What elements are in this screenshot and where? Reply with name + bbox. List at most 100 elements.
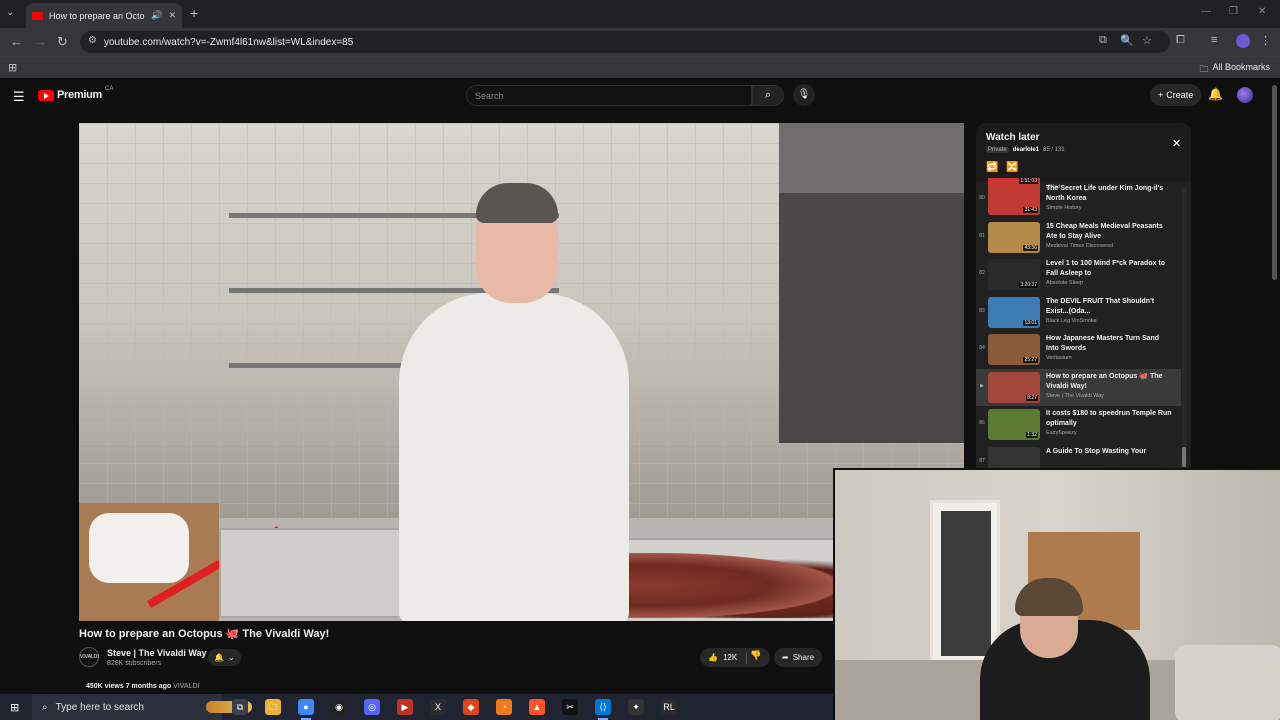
video-duration: 43:36 <box>1023 244 1038 251</box>
playlist-item-title[interactable]: Level 1 to 100 Mind F*ck Paradox to Fall… <box>1046 259 1172 279</box>
shuffle-icon[interactable]: 🔀 <box>1006 162 1018 173</box>
playlist-item-channel[interactable]: Steve | The Vivaldi Way <box>1046 393 1172 399</box>
notifications-bell-icon[interactable]: 🔔 <box>1208 87 1223 101</box>
playlist-item-title[interactable]: The DEVIL FRUIT That Shouldn't Exist...(… <box>1046 297 1172 317</box>
playlist-item-index: ▶ <box>980 382 984 389</box>
taskbar-video-editor-icon[interactable]: ▶ <box>397 699 413 715</box>
playlist-item[interactable]: 83 13:01 The DEVIL FRUIT That Shouldn't Ex… <box>976 294 1181 332</box>
video-meta[interactable]: 450K views 7 months ago VIVALDI <box>86 683 200 690</box>
playlist-item-title[interactable]: It costs $180 to speedrun Temple Run opt… <box>1046 409 1172 429</box>
browser-profile-avatar[interactable] <box>1236 34 1250 48</box>
address-bar[interactable]: ⚙ youtube.com/watch?v=-Zwmf4l61nw&list=W… <box>80 31 1170 53</box>
taskbar-blender-icon[interactable]: ◔ <box>496 699 512 715</box>
loop-icon[interactable]: 🔁 <box>986 162 998 173</box>
channel-avatar[interactable]: VIVALDI <box>79 647 99 667</box>
playlist-item-channel[interactable]: Simple History <box>1046 205 1172 211</box>
tab-close-icon[interactable]: ✕ <box>168 10 176 21</box>
playlist-scrollbar-thumb[interactable] <box>1182 447 1186 467</box>
video-frame-wall <box>779 193 964 443</box>
playlist-item[interactable]: 87 A Guide To Stop Wasting Your <box>976 444 1181 468</box>
playlist-item-channel[interactable]: EazySpeezy <box>1046 430 1172 436</box>
playlist-item-title[interactable]: A Guide To Stop Wasting Your <box>1046 447 1172 457</box>
thumbs-down-icon[interactable]: 👎 <box>750 650 761 661</box>
playlist-item-thumbnail[interactable]: 31:43 <box>988 184 1040 215</box>
playlist-item-thumbnail[interactable]: 1:32 <box>988 409 1040 440</box>
site-info-icon[interactable]: ⚙ <box>88 35 97 46</box>
tab-audio-icon[interactable]: 🔊 <box>151 10 162 21</box>
back-icon[interactable]: ← <box>10 34 23 49</box>
address-url: youtube.com/watch?v=-Zwmf4l61nw&list=WL&… <box>104 36 354 48</box>
playlist-item-channel[interactable]: Medieval Times Discovered <box>1046 243 1172 249</box>
subscribed-bell-button[interactable]: 🔔 ⌄ <box>208 649 241 666</box>
playlist-item-thumbnail[interactable]: 25:27 <box>988 334 1040 365</box>
search-input[interactable]: Search <box>466 85 752 106</box>
taskbar-vscode-icon[interactable]: ⟨⟩ <box>595 699 611 720</box>
playlist-item-text: The DEVIL FRUIT That Shouldn't Exist...(… <box>1046 294 1172 324</box>
playlist-scrollbar[interactable] <box>1182 187 1186 467</box>
playlist-title[interactable]: Watch later <box>986 132 1040 143</box>
playlist-item-title[interactable]: How to prepare an Octopus 🐙 The Vivaldi … <box>1046 372 1172 392</box>
playlist-item[interactable]: 80 31:43 The Secret Life under Kim Jong-il… <box>976 181 1181 219</box>
playlist-item-thumbnail[interactable]: 43:36 <box>988 221 1040 253</box>
zoom-icon[interactable]: 🔍 <box>1120 34 1134 47</box>
taskbar-app-dark-icon[interactable]: ✦ <box>628 699 644 715</box>
playlist-item-thumbnail[interactable]: 13:01 <box>988 296 1040 328</box>
menu-hamburger-icon[interactable]: ☰ <box>13 89 25 105</box>
create-button[interactable]: + Create <box>1150 84 1202 106</box>
all-bookmarks-button[interactable]: 🗀 All Bookmarks <box>1199 62 1270 78</box>
taskbar-brave-icon[interactable]: ▲ <box>529 699 545 715</box>
new-tab-icon[interactable]: + <box>190 5 198 21</box>
tab-search-chevron-icon[interactable]: ⌄ <box>6 7 14 18</box>
close-window-icon[interactable]: ✕ <box>1258 6 1266 17</box>
windows-start-icon[interactable]: ⊞ <box>10 701 19 714</box>
media-controls-icon[interactable]: ≡ <box>1211 34 1217 46</box>
webcam-overlay <box>833 468 1280 720</box>
playlist-item-channel[interactable]: Absolute Sleep <box>1046 280 1172 286</box>
search-button[interactable]: ⌕ <box>752 85 784 106</box>
playlist-item-title[interactable]: The Secret Life under Kim Jong-il's Nort… <box>1046 184 1172 204</box>
taskbar-chrome-icon[interactable]: ● <box>298 699 314 720</box>
playlist-item-thumbnail[interactable]: 8:27 <box>988 371 1040 403</box>
share-icon: ➦ <box>782 653 789 662</box>
youtube-premium-logo[interactable]: Premium CA <box>38 86 113 101</box>
close-icon[interactable]: ✕ <box>1172 137 1181 150</box>
apps-grid-icon[interactable]: ⊞ <box>8 61 17 74</box>
maximize-icon[interactable]: ❐ <box>1229 6 1238 17</box>
channel-name[interactable]: Steve | The Vivaldi Way <box>107 648 207 658</box>
playlist-item[interactable]: 82 3:20:37 Level 1 to 100 Mind F*ck Parado… <box>976 256 1181 294</box>
playlist-item[interactable]: 86 1:32 It costs $180 to speedrun Temple R… <box>976 406 1181 444</box>
video-player[interactable] <box>79 123 964 621</box>
forward-icon[interactable]: → <box>34 34 47 49</box>
playlist-item-channel[interactable]: Black Leg VinSmoke <box>1046 318 1172 324</box>
voice-search-button[interactable]: 🎙 <box>793 84 815 106</box>
playlist-item[interactable]: 84 25:27 How Japanese Masters Turn Sand In… <box>976 331 1181 369</box>
reload-icon[interactable]: ↻ <box>57 34 68 50</box>
browser-tab-active[interactable]: How to prepare an Octopus 🔊 ✕ <box>26 3 182 28</box>
page-scrollbar[interactable] <box>1272 85 1277 280</box>
taskbar-search-input[interactable]: ⌕ Type here to search <box>32 694 252 720</box>
bookmark-star-icon[interactable]: ☆ <box>1142 34 1152 47</box>
taskbar-file-explorer-icon[interactable]: 🗀 <box>265 699 281 715</box>
install-app-icon[interactable]: ⧉ <box>1099 34 1107 47</box>
playlist-item-channel[interactable]: Veritasium <box>1046 355 1172 361</box>
taskbar-rl-icon[interactable]: RL <box>661 699 677 715</box>
playlist-item[interactable]: 81 43:36 15 Cheap Meals Medieval Peasants … <box>976 219 1181 257</box>
playlist-item-current[interactable]: ▶ 8:27 How to prepare an Octopus 🐙 The Viv… <box>976 368 1181 406</box>
playlist-item-title[interactable]: How Japanese Masters Turn Sand Into Swor… <box>1046 334 1172 354</box>
taskbar-task-view-icon[interactable]: ⧉ <box>232 699 248 715</box>
browser-menu-icon[interactable]: ⋮ <box>1260 34 1271 47</box>
playlist-item-thumbnail[interactable] <box>988 446 1040 468</box>
extensions-icon[interactable]: ⧠ <box>1176 34 1185 47</box>
minimize-icon[interactable]: — <box>1201 6 1211 17</box>
taskbar-obs-icon[interactable]: ◉ <box>331 699 347 715</box>
playlist-owner[interactable]: dearlole1 <box>1013 147 1039 153</box>
like-count: 12K <box>722 653 738 662</box>
taskbar-capcut-icon[interactable]: ✂ <box>562 699 578 715</box>
playlist-item-thumbnail[interactable]: 3:20:37 <box>988 259 1040 290</box>
account-avatar[interactable] <box>1237 87 1253 103</box>
share-button[interactable]: ➦ Share <box>774 648 823 667</box>
playlist-item-title[interactable]: 15 Cheap Meals Medieval Peasants Ate to … <box>1046 222 1172 242</box>
taskbar-discord-icon[interactable]: ◎ <box>364 699 380 715</box>
taskbar-app-x-icon[interactable]: X <box>430 699 446 715</box>
taskbar-brave-alt-icon[interactable]: ◆ <box>463 699 479 715</box>
